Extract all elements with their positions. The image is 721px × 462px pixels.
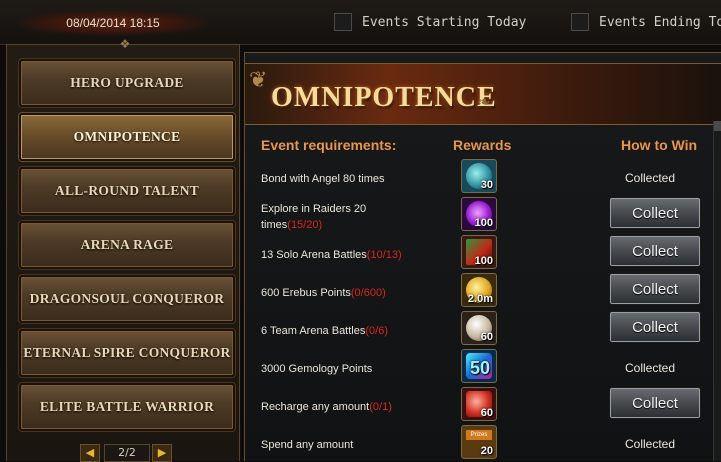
events-ending-today-label[interactable]: Events Ending Today bbox=[599, 15, 721, 30]
reward-quantity: 100 bbox=[474, 255, 493, 267]
sidebar-item-arena-rage[interactable]: Arena Rage bbox=[19, 221, 235, 269]
status-collected: Collected bbox=[625, 437, 676, 451]
reward-quantity: 60 bbox=[480, 331, 493, 343]
sidebar-item-elite-battle-warrior[interactable]: Elite Battle Warrior bbox=[19, 383, 235, 431]
reward-quantity: 100 bbox=[474, 217, 493, 229]
event-sidebar: ❖ Hero Upgrade Omnipotence All-round Tal… bbox=[6, 37, 240, 461]
prev-page-button[interactable]: ◀ bbox=[80, 444, 100, 462]
collect-button[interactable]: Collect bbox=[609, 311, 701, 343]
how-to-win-header: How to Win bbox=[621, 137, 698, 153]
sidebar-item-dragonsoul-conqueror[interactable]: Dragonsoul Conqueror bbox=[19, 275, 235, 323]
reward-quantity: 60 bbox=[480, 407, 493, 419]
scrollbar[interactable] bbox=[713, 121, 721, 461]
pearl-icon[interactable]: 60 bbox=[461, 311, 497, 345]
collect-button[interactable]: Collect bbox=[609, 235, 701, 267]
status-collected: Collected bbox=[625, 361, 676, 375]
event-banner: ❦ Omnipotence ❧ bbox=[245, 63, 721, 125]
requirement-text: Bond with Angel 80 times bbox=[261, 173, 385, 185]
angel-crystal-icon[interactable]: 30 bbox=[461, 159, 497, 193]
requirement-text: Spend any amount bbox=[261, 439, 354, 451]
arena-swords-icon[interactable]: 100 bbox=[461, 235, 497, 269]
sidebar-item-eternal-spire-conqueror[interactable]: Eternal Spire Conqueror bbox=[19, 329, 235, 377]
events-ending-today-checkbox[interactable] bbox=[571, 13, 589, 31]
next-page-button[interactable]: ▶ bbox=[152, 444, 172, 462]
reward-quantity: 30 bbox=[480, 179, 493, 191]
events-starting-today-checkbox[interactable] bbox=[334, 13, 352, 31]
sidebar-item-hero-upgrade[interactable]: Hero Upgrade bbox=[19, 59, 235, 107]
sidebar-item-omnipotence[interactable]: Omnipotence bbox=[19, 113, 235, 161]
banner-flourish-icon: ❧ bbox=[477, 92, 491, 111]
requirement-text: 3000 Gemology Points bbox=[261, 363, 373, 375]
prize-chest-icon[interactable]: Prizes 20 bbox=[461, 425, 497, 459]
scroll-up-button[interactable] bbox=[714, 121, 721, 131]
requirement-text: Recharge any amount(0/1) bbox=[261, 401, 392, 413]
sidebar-item-all-round-talent[interactable]: All-round Talent bbox=[19, 167, 235, 215]
gem-icon[interactable]: 50 bbox=[461, 349, 497, 383]
requirement-text: 600 Erebus Points(0/600) bbox=[261, 287, 386, 299]
datetime-display: 08/04/2014 18:15 bbox=[18, 10, 208, 36]
reward-quantity: 20 bbox=[480, 445, 493, 457]
red-gem-icon[interactable]: 60 bbox=[461, 387, 497, 421]
event-title: Omnipotence bbox=[271, 82, 497, 113]
ornament-icon: ❖ bbox=[119, 37, 131, 51]
collect-button[interactable]: Collect bbox=[609, 197, 701, 229]
top-bar: 08/04/2014 18:15 Events Starting Today E… bbox=[0, 0, 721, 45]
banner-ornament-icon: ❦ bbox=[249, 68, 268, 93]
reward-quantity: 50 bbox=[469, 358, 490, 378]
purple-orb-icon[interactable]: 100 bbox=[461, 197, 497, 231]
event-detail-panel: ❦ Omnipotence ❧ Event requirements: Rewa… bbox=[244, 52, 721, 461]
rewards-header: Rewards bbox=[453, 137, 512, 153]
requirement-text: 6 Team Arena Battles(0/6) bbox=[261, 325, 388, 337]
status-collected: Collected bbox=[625, 171, 676, 185]
requirements-header: Event requirements: bbox=[261, 137, 397, 153]
prize-label: Prizes bbox=[466, 430, 492, 440]
reward-quantity: 2.0m bbox=[467, 293, 493, 305]
requirement-text: 13 Solo Arena Battles(10/13) bbox=[261, 249, 402, 261]
requirement-text: Explore in Raiders 20 times(15/20) bbox=[261, 203, 367, 231]
page-indicator: 2/2 bbox=[104, 444, 150, 462]
events-starting-today-label[interactable]: Events Starting Today bbox=[362, 15, 526, 30]
collect-button[interactable]: Collect bbox=[609, 387, 701, 419]
gold-coin-icon[interactable]: 2.0m bbox=[461, 273, 497, 307]
collect-button[interactable]: Collect bbox=[609, 273, 701, 305]
